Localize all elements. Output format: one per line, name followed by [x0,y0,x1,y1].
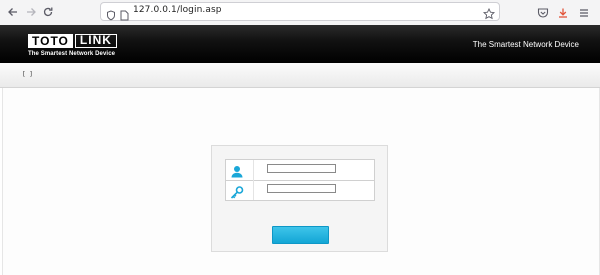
forward-arrow-icon[interactable] [22,3,40,21]
back-arrow-icon[interactable] [4,3,22,21]
logo-toto-text: TOTO [28,34,73,48]
browser-toolbar: 127.0.0.1/login.asp [0,0,600,26]
menu-bar [0,63,600,88]
key-icon [230,184,244,203]
login-button[interactable] [272,226,329,244]
logo-tagline: The Smartest Network Device [28,51,116,57]
menu-placeholder: [ ] [22,71,33,78]
column-divider [253,160,254,200]
pocket-icon[interactable] [537,4,549,23]
password-input[interactable] [267,184,336,193]
header-slogan: The Smartest Network Device [472,40,579,49]
page-icon[interactable] [120,6,129,25]
star-icon[interactable] [482,5,496,24]
username-input[interactable] [267,164,336,173]
user-icon [230,163,244,182]
url-text[interactable]: 127.0.0.1/login.asp [133,5,222,15]
reload-icon[interactable] [39,3,57,21]
shield-icon[interactable] [106,6,116,25]
menu-icon[interactable] [578,4,590,23]
address-bar[interactable]: 127.0.0.1/login.asp [100,2,500,21]
download-icon[interactable] [557,4,569,23]
row-divider [226,180,374,181]
logo-link-text: LINK [74,34,117,48]
totolink-logo: TOTO LINK The Smartest Network Device [28,34,117,57]
